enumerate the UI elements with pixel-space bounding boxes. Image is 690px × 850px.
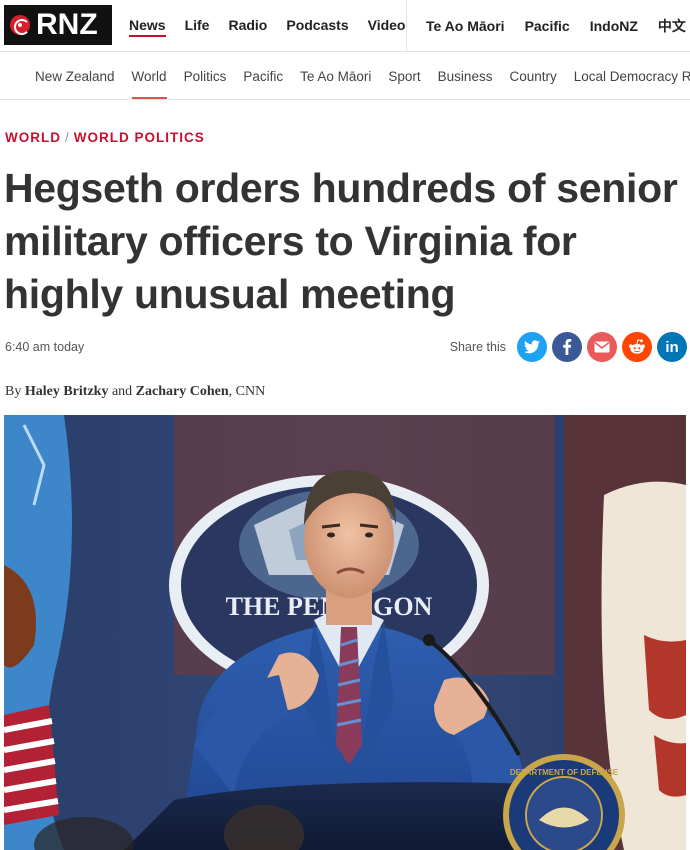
subnav-local-democracy[interactable]: Local Democracy Re — [574, 69, 690, 84]
breadcrumb-separator: / — [65, 130, 70, 145]
subnav-politics[interactable]: Politics — [184, 69, 227, 84]
logo-text: RNZ — [36, 8, 98, 41]
nav-life[interactable]: Life — [185, 17, 210, 33]
article-timestamp: 6:40 am today — [5, 340, 85, 354]
twitter-icon[interactable] — [517, 332, 547, 362]
linkedin-icon[interactable]: in — [657, 332, 687, 362]
byline: By Haley Britzky and Zachary Cohen, CNN — [5, 384, 265, 400]
nav-pacific[interactable]: Pacific — [525, 18, 570, 34]
nav-news[interactable]: News — [129, 17, 166, 37]
breadcrumb: WORLD / WORLD POLITICS — [5, 130, 205, 145]
author-haley-britzky[interactable]: Haley Britzky — [25, 384, 109, 399]
hero-illustration: THE PENTAGON — [4, 415, 686, 850]
subnav-new-zealand[interactable]: New Zealand — [35, 69, 115, 84]
subnav-pacific[interactable]: Pacific — [243, 69, 283, 84]
subnav-te-ao-maori[interactable]: Te Ao Māori — [300, 69, 371, 84]
article-headline: Hegseth orders hundreds of senior milita… — [4, 165, 678, 317]
sub-nav: New Zealand World Politics Pacific Te Ao… — [0, 53, 690, 100]
byline-and: and — [111, 384, 133, 399]
subnav-business[interactable]: Business — [438, 69, 493, 84]
nav-divider — [406, 0, 407, 52]
subnav-country[interactable]: Country — [509, 69, 556, 84]
share-bar: Share this in — [450, 332, 687, 362]
nav-chinese[interactable]: 中文 — [658, 16, 686, 36]
subnav-world[interactable]: World — [131, 69, 167, 99]
nav-radio[interactable]: Radio — [228, 17, 267, 33]
secondary-nav: Te Ao Māori Pacific IndoNZ 中文 — [426, 16, 690, 36]
reddit-icon[interactable] — [622, 332, 652, 362]
share-label: Share this — [449, 340, 506, 354]
breadcrumb-world-politics[interactable]: WORLD POLITICS — [74, 130, 205, 145]
dod-seal-text: DEPARTMENT OF DEFENSE — [510, 768, 619, 777]
nav-indonz[interactable]: IndoNZ — [590, 18, 638, 34]
facebook-icon[interactable] — [552, 332, 582, 362]
email-icon[interactable] — [587, 332, 617, 362]
breadcrumb-world[interactable]: WORLD — [5, 130, 61, 145]
subnav-sport[interactable]: Sport — [388, 69, 420, 84]
nav-video[interactable]: Video — [368, 17, 406, 33]
nav-te-ao-maori[interactable]: Te Ao Māori — [426, 18, 505, 34]
author-zachary-cohen[interactable]: Zachary Cohen — [136, 384, 229, 399]
top-bar: RNZ News Life Radio Podcasts Video Te Ao… — [0, 0, 690, 52]
nav-podcasts[interactable]: Podcasts — [286, 17, 348, 33]
byline-prefix: By — [5, 384, 22, 399]
hero-image[interactable]: THE PENTAGON — [4, 415, 686, 850]
main-nav: News Life Radio Podcasts Video — [129, 16, 424, 37]
rnz-logo[interactable]: RNZ — [4, 5, 112, 45]
rnz-logo-icon — [10, 15, 30, 35]
byline-source: , CNN — [228, 384, 266, 399]
